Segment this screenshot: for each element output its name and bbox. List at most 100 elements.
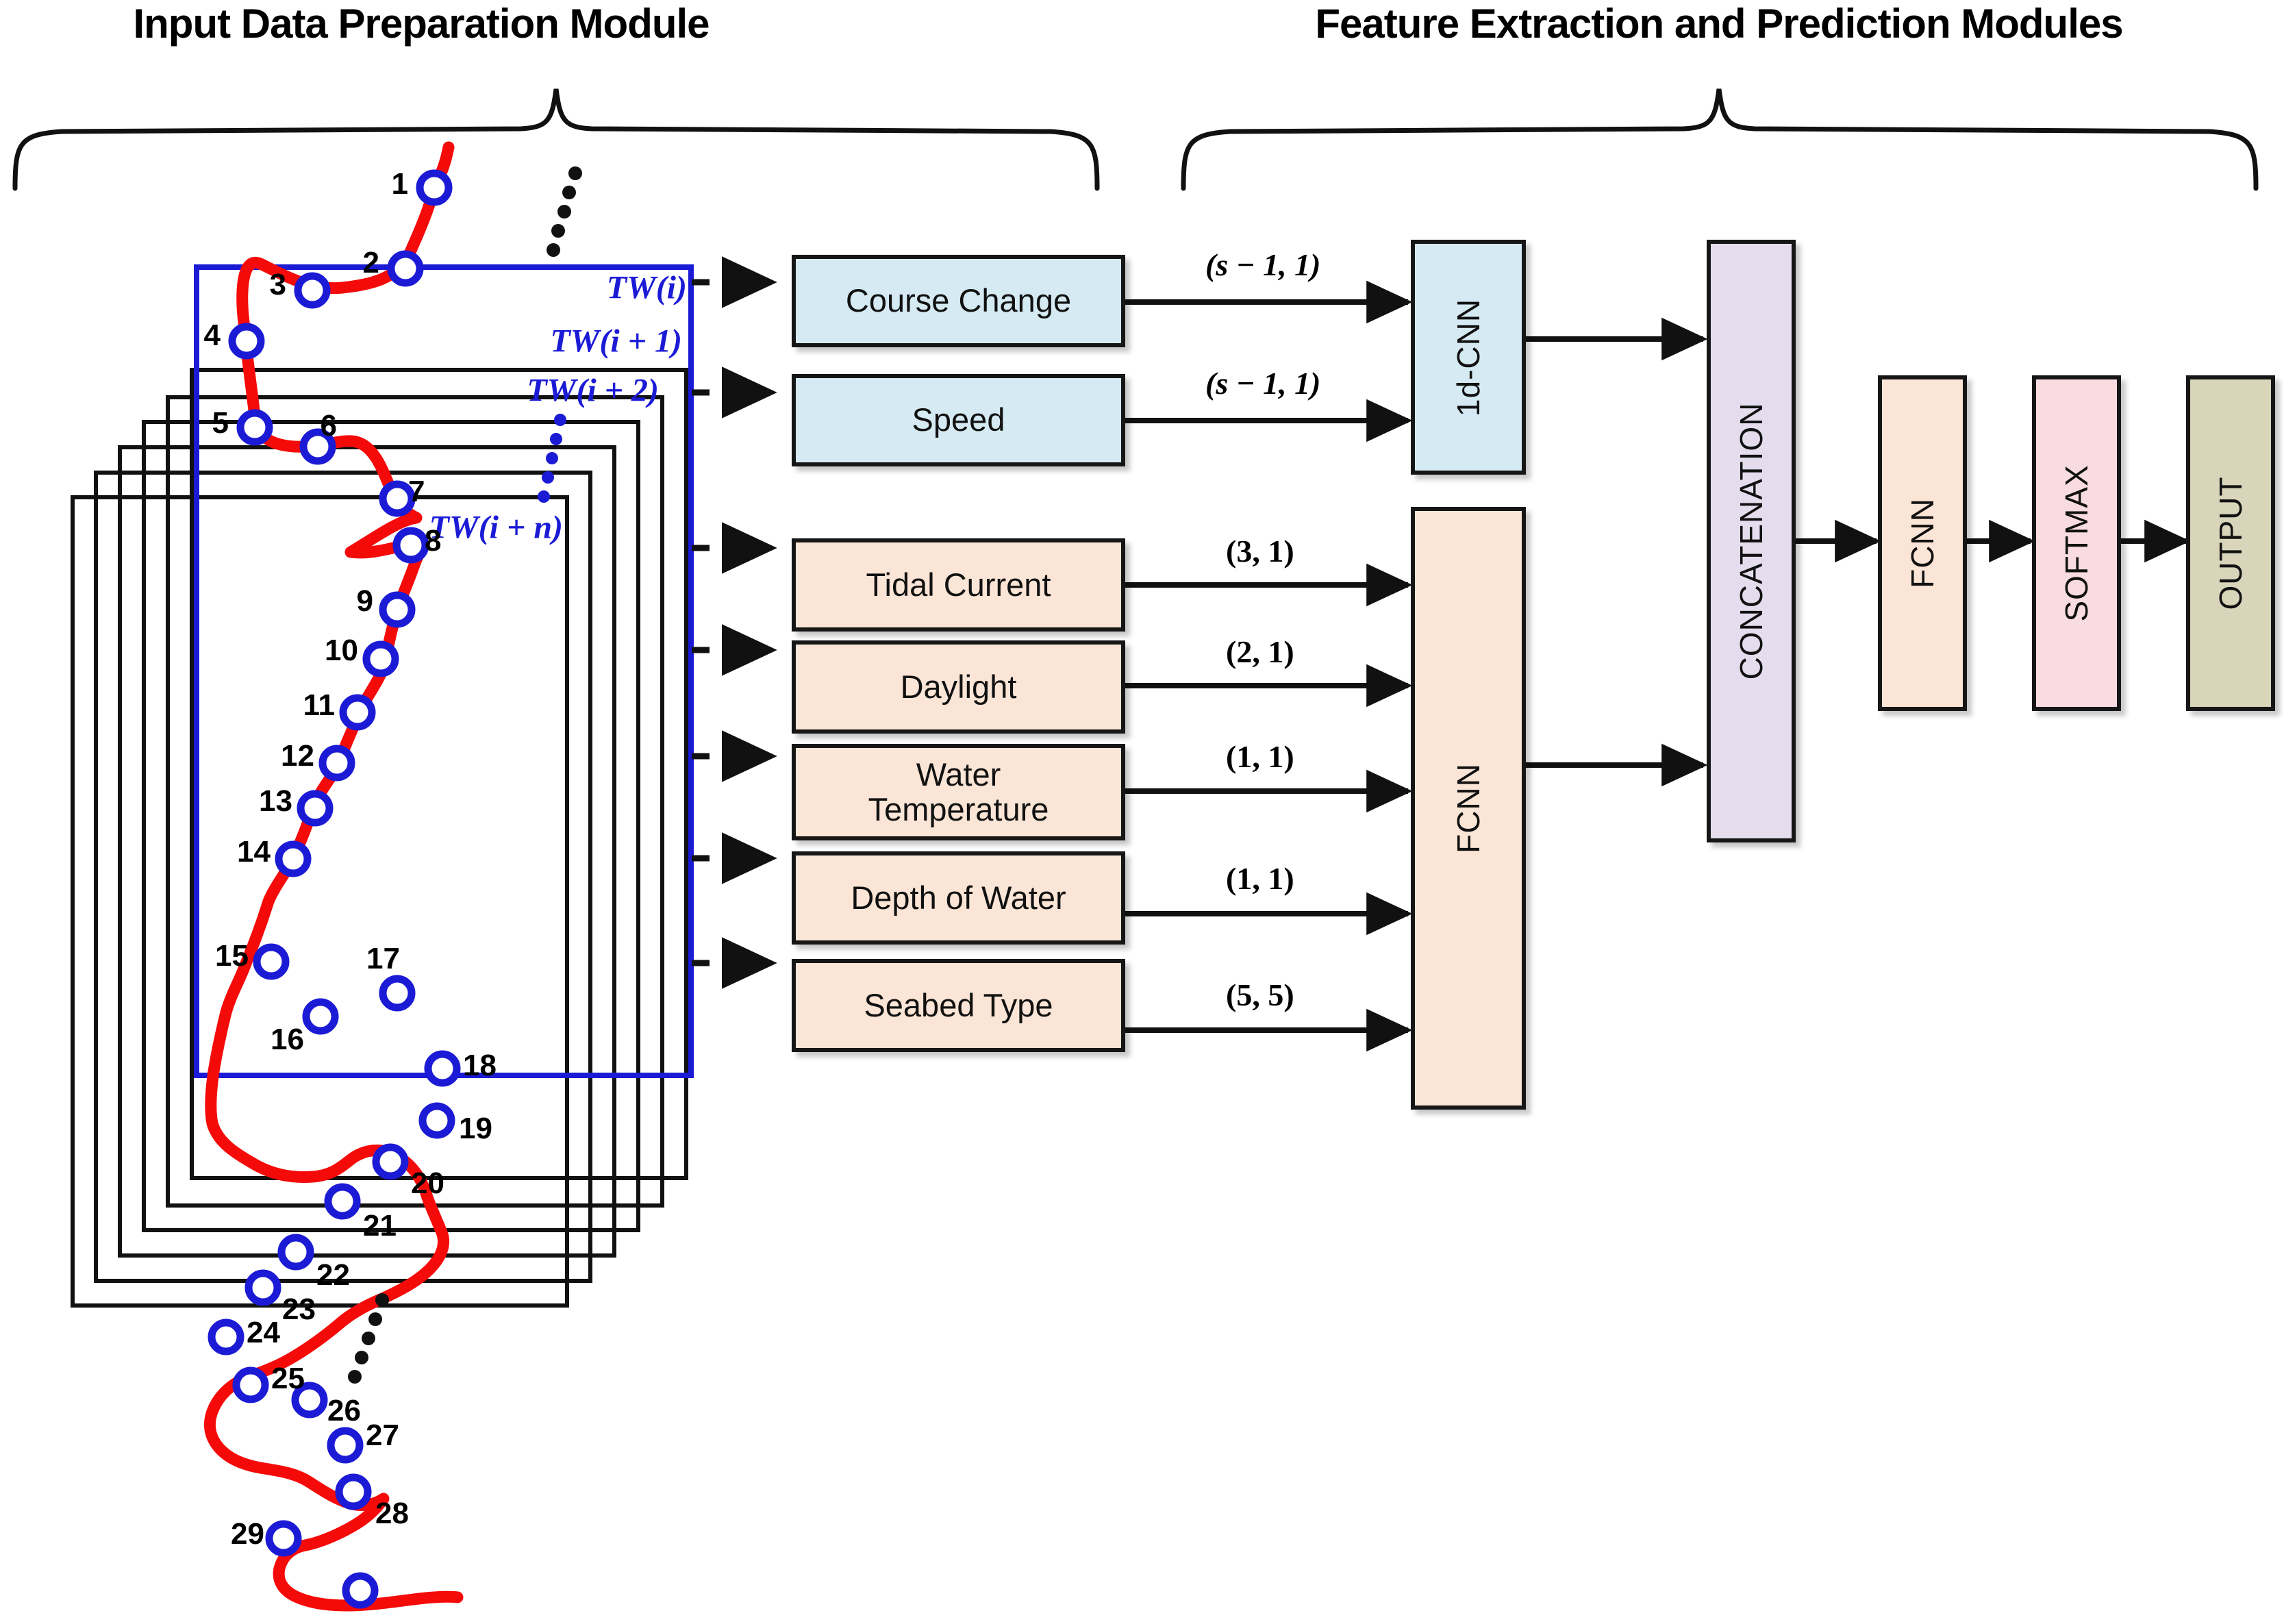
waypoint-2 xyxy=(387,250,424,287)
waypoint-15 xyxy=(253,943,290,980)
waypoint-13 xyxy=(297,790,334,827)
waypoint-7 xyxy=(379,480,416,517)
waypoint-21 xyxy=(324,1183,361,1220)
waypoint-label-22: 22 xyxy=(316,1258,350,1292)
waypoint-12 xyxy=(318,745,355,782)
waypoint-label-25: 25 xyxy=(271,1362,305,1395)
waypoint-label-10: 10 xyxy=(325,634,358,667)
waypoint-30 xyxy=(342,1572,379,1609)
feature-label-water-temperature-line2: Temperature xyxy=(868,790,1049,827)
waypoint-25 xyxy=(232,1366,269,1403)
waypoint-22 xyxy=(277,1234,314,1271)
block-label-fcnn-head: FCNN xyxy=(1905,498,1940,588)
waypoint-10 xyxy=(362,640,399,677)
waypoint-label-6: 6 xyxy=(320,409,337,442)
waypoint-29 xyxy=(265,1520,302,1557)
waypoint-5 xyxy=(236,409,273,446)
block-1d-cnn[interactable]: 1d-CNN xyxy=(1411,240,1526,475)
block-concatenation[interactable]: CONCATENATION xyxy=(1707,240,1796,842)
waypoint-3 xyxy=(294,272,331,309)
feature-label-seabed-type: Seabed Type xyxy=(864,986,1053,1023)
waypoint-label-7: 7 xyxy=(408,475,425,508)
shape-label-water-temperature: (1, 1) xyxy=(1226,739,1294,774)
shape-label-daylight: (2, 1) xyxy=(1226,634,1294,669)
waypoint-18 xyxy=(424,1050,461,1087)
waypoint-label-9: 9 xyxy=(356,584,373,618)
waypoint-label-28: 28 xyxy=(375,1497,409,1530)
time-window-ellipsis xyxy=(538,414,566,503)
feature-label-daylight: Daylight xyxy=(900,668,1017,705)
diagram-vector-layer xyxy=(12,88,2259,1612)
block-label-1d-cnn: 1d-CNN xyxy=(1451,298,1486,416)
waypoint-23 xyxy=(244,1269,281,1306)
waypoint-label-1: 1 xyxy=(391,167,408,201)
feature-label-speed: Speed xyxy=(912,401,1005,438)
tw-label-3: TW(i + n) xyxy=(429,509,563,546)
block-fcnn-head[interactable]: FCNN xyxy=(1878,375,1967,711)
shape-label-depth-of-water: (1, 1) xyxy=(1226,861,1294,896)
waypoint-label-29: 29 xyxy=(231,1517,264,1551)
shape-label-tidal-current: (3, 1) xyxy=(1226,534,1294,569)
shape-label-seabed-type: (5, 5) xyxy=(1226,977,1294,1012)
feature-box-daylight[interactable]: Daylight xyxy=(792,640,1125,734)
waypoint-label-5: 5 xyxy=(212,406,229,440)
waypoint-14 xyxy=(275,840,312,877)
waypoint-label-18: 18 xyxy=(463,1049,497,1082)
tw-label-1: TW(i + 1) xyxy=(550,323,682,360)
waypoint-label-16: 16 xyxy=(271,1023,304,1056)
feature-box-tidal-current[interactable]: Tidal Current xyxy=(792,538,1125,632)
waypoint-11 xyxy=(339,694,376,731)
waypoint-label-2: 2 xyxy=(362,246,379,279)
waypoint-8 xyxy=(392,527,429,564)
waypoint-label-26: 26 xyxy=(327,1394,361,1427)
waypoint-19 xyxy=(418,1102,455,1139)
feature-box-course-change[interactable]: Course Change xyxy=(792,255,1125,347)
waypoint-label-23: 23 xyxy=(282,1292,316,1326)
block-fcnn-features[interactable]: FCNN xyxy=(1411,507,1526,1110)
waypoint-label-24: 24 xyxy=(247,1316,280,1349)
block-softmax[interactable]: SOFTMAX xyxy=(2032,375,2121,711)
waypoint-20 xyxy=(372,1143,409,1180)
waypoint-9 xyxy=(379,591,416,628)
feature-box-seabed-type[interactable]: Seabed Type xyxy=(792,959,1125,1052)
waypoint-4 xyxy=(228,323,265,360)
waypoint-label-21: 21 xyxy=(363,1209,397,1242)
waypoint-label-27: 27 xyxy=(366,1419,399,1452)
window-to-feature-dotted-arrows xyxy=(692,256,777,989)
waypoint-label-11: 11 xyxy=(303,688,335,722)
shape-label-speed: (s − 1, 1) xyxy=(1205,366,1321,401)
block-output[interactable]: OUTPUT xyxy=(2186,375,2275,711)
waypoint-27 xyxy=(327,1427,364,1464)
waypoint-label-14: 14 xyxy=(237,835,271,869)
feature-label-depth-of-water: Depth of Water xyxy=(851,879,1066,916)
shape-label-course-change: (s − 1, 1) xyxy=(1205,247,1321,282)
waypoint-label-17: 17 xyxy=(366,942,400,975)
left-module-brace xyxy=(12,88,1100,191)
feature-box-water-temperature[interactable]: Water Temperature xyxy=(792,744,1125,840)
waypoint-24 xyxy=(208,1319,244,1356)
trajectory-ellipsis-top xyxy=(547,166,582,257)
waypoint-label-20: 20 xyxy=(411,1166,444,1200)
waypoint-label-12: 12 xyxy=(281,739,314,773)
waypoint-16 xyxy=(302,998,339,1035)
waypoint-label-8: 8 xyxy=(425,524,442,558)
feature-box-depth-of-water[interactable]: Depth of Water xyxy=(792,851,1125,945)
block-label-concatenation: CONCATENATION xyxy=(1733,402,1769,680)
feature-label-water-temperature-line1: Water xyxy=(916,755,1001,792)
waypoint-label-3: 3 xyxy=(269,268,286,301)
waypoint-label-13: 13 xyxy=(259,784,292,818)
block-label-output: OUTPUT xyxy=(2213,476,2248,610)
block-label-softmax: SOFTMAX xyxy=(2059,464,2094,622)
feature-label-tidal-current: Tidal Current xyxy=(866,566,1051,603)
waypoint-1 xyxy=(416,169,453,206)
waypoint-28 xyxy=(335,1473,372,1510)
waypoint-17 xyxy=(379,975,416,1012)
block-label-fcnn-features: FCNN xyxy=(1451,763,1486,853)
waypoint-label-4: 4 xyxy=(203,318,221,352)
right-module-brace xyxy=(1181,88,2259,191)
tw-rect-back-6 xyxy=(71,495,569,1308)
feature-label-course-change: Course Change xyxy=(845,282,1072,319)
waypoint-label-15: 15 xyxy=(215,939,249,973)
feature-box-speed[interactable]: Speed xyxy=(792,374,1125,466)
waypoint-label-19: 19 xyxy=(459,1112,492,1145)
